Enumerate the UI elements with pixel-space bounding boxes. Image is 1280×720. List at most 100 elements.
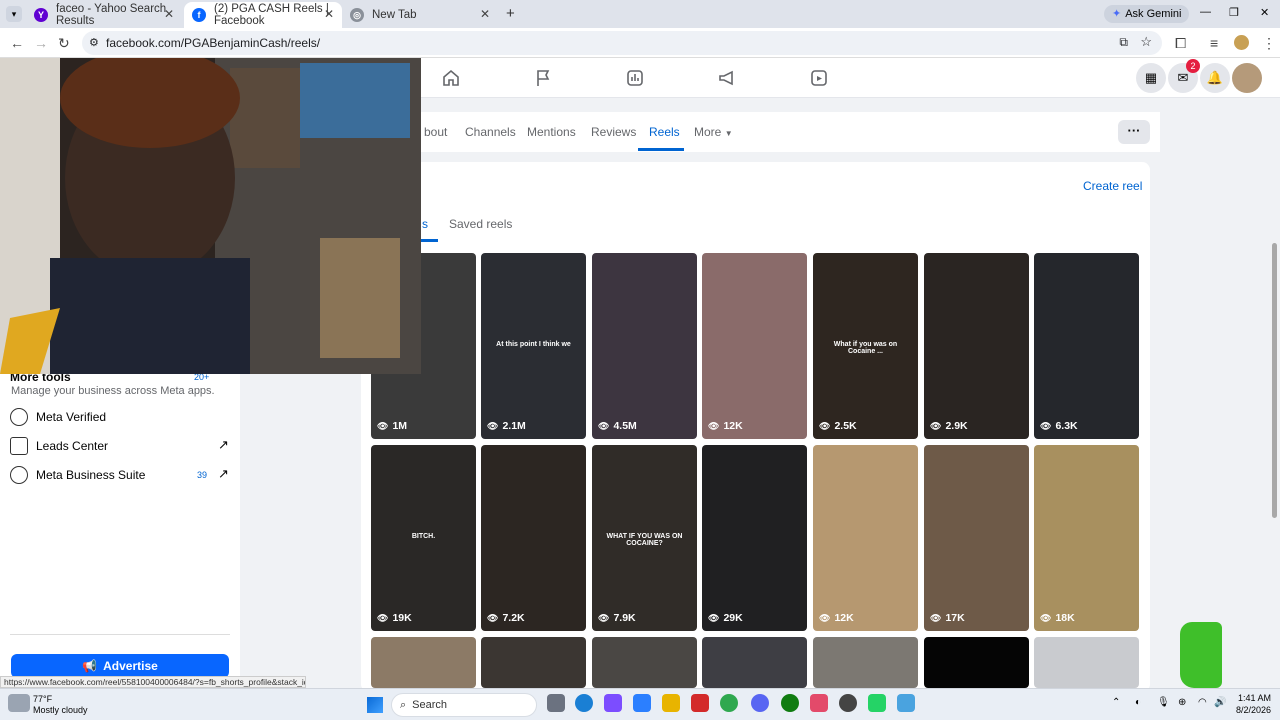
create-reel-link[interactable]: Create reel bbox=[1083, 179, 1142, 193]
reel-tile[interactable] bbox=[702, 637, 807, 688]
reel-tile[interactable]: 👁 4.5M bbox=[592, 253, 697, 439]
reel-tile[interactable]: BITCH. 👁 19K bbox=[371, 445, 476, 631]
task-view-icon[interactable] bbox=[547, 694, 565, 712]
forward-icon[interactable]: → bbox=[34, 35, 48, 51]
reel-tile[interactable]: 👁 17K bbox=[924, 445, 1029, 631]
extensions-icon[interactable]: ⧠ bbox=[1175, 35, 1186, 52]
url-bar[interactable]: ⚙ facebook.com/PGABenjaminCash/reels/ ⧉ … bbox=[82, 31, 1162, 55]
caret-down-icon: ▼ bbox=[724, 129, 733, 138]
reload-icon[interactable]: ↻ bbox=[58, 35, 70, 52]
more-options-button[interactable]: ··· bbox=[1118, 120, 1150, 144]
flag-icon[interactable] bbox=[530, 66, 556, 90]
reels-subtab-saved[interactable]: Saved reels bbox=[449, 217, 512, 231]
megaphone-icon[interactable] bbox=[714, 66, 740, 90]
edge-icon[interactable] bbox=[575, 694, 593, 712]
reel-tile[interactable]: 👁 6.3K bbox=[1034, 253, 1139, 439]
tab-mentions[interactable]: Mentions bbox=[527, 125, 576, 139]
reel-tile[interactable]: 👁 7.2K bbox=[481, 445, 586, 631]
tab-yahoo[interactable]: Y faceo - Yahoo Search Results ✕ bbox=[26, 2, 182, 28]
advertise-button[interactable]: 📢 Advertise bbox=[11, 654, 229, 678]
file-explorer-icon[interactable] bbox=[662, 694, 680, 712]
minimize-icon[interactable]: — bbox=[1200, 6, 1211, 18]
back-icon[interactable]: ← bbox=[10, 35, 24, 51]
reel-tile[interactable] bbox=[1034, 637, 1139, 688]
tab-reviews[interactable]: Reviews bbox=[591, 125, 636, 139]
reel-caption: WHAT IF YOU WAS ON COCAINE? bbox=[606, 533, 683, 547]
app-active-icon[interactable] bbox=[810, 694, 828, 712]
close-window-icon[interactable]: ✕ bbox=[1260, 6, 1269, 19]
account-avatar[interactable] bbox=[1232, 63, 1262, 93]
new-tab-button[interactable]: + bbox=[506, 5, 515, 22]
close-icon[interactable]: ✕ bbox=[324, 7, 334, 21]
reel-tile[interactable] bbox=[813, 637, 918, 688]
menu-grid-icon[interactable]: ▦ bbox=[1136, 63, 1166, 93]
xbox-icon[interactable] bbox=[781, 694, 799, 712]
reel-tile[interactable] bbox=[924, 637, 1029, 688]
close-icon[interactable]: ✕ bbox=[480, 7, 490, 21]
whatsapp-icon[interactable] bbox=[868, 694, 886, 712]
reels-subtab-your-reels[interactable]: s bbox=[422, 217, 428, 231]
sidebar-item-meta-business-suite[interactable]: Meta Business Suite bbox=[10, 466, 145, 484]
notifications-bell-icon[interactable]: 🔔 bbox=[1200, 63, 1230, 93]
reel-tile[interactable]: 👁 2.9K bbox=[924, 253, 1029, 439]
business-suite-icon bbox=[10, 466, 28, 484]
tray-app-icon[interactable]: ◐ bbox=[1135, 697, 1141, 708]
search-label: Search bbox=[412, 699, 448, 711]
reel-tile[interactable]: 👁 12K bbox=[702, 253, 807, 439]
reel-caption: What if you was on Cocaine ... bbox=[833, 341, 898, 355]
wifi-icon[interactable]: ◠ bbox=[1198, 697, 1207, 708]
reading-list-icon[interactable]: ≡ bbox=[1210, 35, 1218, 51]
tab-reels[interactable]: Reels bbox=[649, 125, 680, 139]
restore-icon[interactable]: ❐ bbox=[1229, 6, 1239, 19]
reel-tile[interactable] bbox=[371, 637, 476, 688]
network-icon[interactable]: ⊕ bbox=[1178, 697, 1186, 708]
tab-facebook[interactable]: f (2) PGA CASH Reels | Facebook ✕ bbox=[184, 2, 342, 28]
tab-more[interactable]: More ▼ bbox=[694, 125, 733, 139]
menu-dots-icon[interactable]: ⋮ bbox=[1262, 35, 1276, 52]
profile-avatar[interactable] bbox=[1234, 35, 1249, 50]
windows-start-icon[interactable] bbox=[367, 697, 383, 713]
reel-tile[interactable]: What if you was on Cocaine ... 👁 2.5K bbox=[813, 253, 918, 439]
tab-new-tab[interactable]: ◎ New Tab ✕ bbox=[342, 2, 498, 28]
app-l-icon[interactable] bbox=[691, 694, 709, 712]
reels-icon[interactable] bbox=[806, 66, 832, 90]
tab-about[interactable]: bout bbox=[424, 125, 447, 139]
tab-channels[interactable]: Channels bbox=[465, 125, 516, 139]
insights-icon[interactable] bbox=[622, 66, 648, 90]
sidebar-item-leads-center[interactable]: Leads Center bbox=[10, 437, 108, 455]
reel-tile[interactable]: 👁 12K bbox=[813, 445, 918, 631]
page-scrollbar[interactable] bbox=[1270, 98, 1278, 688]
reel-tile[interactable]: 👁 18K bbox=[1034, 445, 1139, 631]
microphone-icon[interactable]: 🎙 bbox=[1157, 697, 1170, 708]
home-icon[interactable] bbox=[438, 66, 464, 90]
reel-tile[interactable] bbox=[481, 637, 586, 688]
app-blue-icon[interactable] bbox=[897, 694, 915, 712]
scrollbar-thumb[interactable] bbox=[1272, 243, 1277, 518]
discord-icon[interactable] bbox=[751, 694, 769, 712]
chrome-icon[interactable] bbox=[720, 694, 738, 712]
tray-chevron-icon[interactable]: ⌃ bbox=[1112, 697, 1120, 708]
green-sticker-image bbox=[1180, 622, 1222, 688]
app-circle-icon[interactable] bbox=[839, 694, 857, 712]
copilot-icon[interactable] bbox=[604, 694, 622, 712]
messenger-icon[interactable]: ✉ 2 bbox=[1168, 59, 1200, 93]
taskbar-search[interactable]: ⌕ Search bbox=[391, 693, 537, 717]
reel-tile[interactable]: WHAT IF YOU WAS ON COCAINE? 👁 7.9K bbox=[592, 445, 697, 631]
reel-view-count: 👁 17K bbox=[930, 612, 965, 624]
store-icon[interactable] bbox=[633, 694, 651, 712]
sidebar-item-label: Leads Center bbox=[36, 439, 109, 453]
view-count-label: 1M bbox=[392, 420, 408, 432]
volume-icon[interactable]: 🔊 bbox=[1214, 697, 1226, 708]
reel-tile[interactable]: At this point I think we 👁 2.1M bbox=[481, 253, 586, 439]
tab-search-icon[interactable]: ▾ bbox=[6, 6, 22, 22]
site-info-icon[interactable]: ⚙ bbox=[89, 36, 99, 49]
reel-tile[interactable]: 👁 29K bbox=[702, 445, 807, 631]
install-icon[interactable]: ⧉ bbox=[1119, 35, 1128, 50]
ask-gemini-button[interactable]: ✦ Ask Gemini bbox=[1104, 5, 1190, 23]
reel-tile[interactable] bbox=[592, 637, 697, 688]
bookmark-star-icon[interactable]: ☆ bbox=[1140, 34, 1152, 50]
sidebar-item-meta-verified[interactable]: Meta Verified bbox=[10, 408, 106, 426]
weather-icon[interactable] bbox=[8, 694, 30, 712]
close-icon[interactable]: ✕ bbox=[164, 7, 174, 21]
reel-view-count: 👁 12K bbox=[708, 420, 743, 432]
